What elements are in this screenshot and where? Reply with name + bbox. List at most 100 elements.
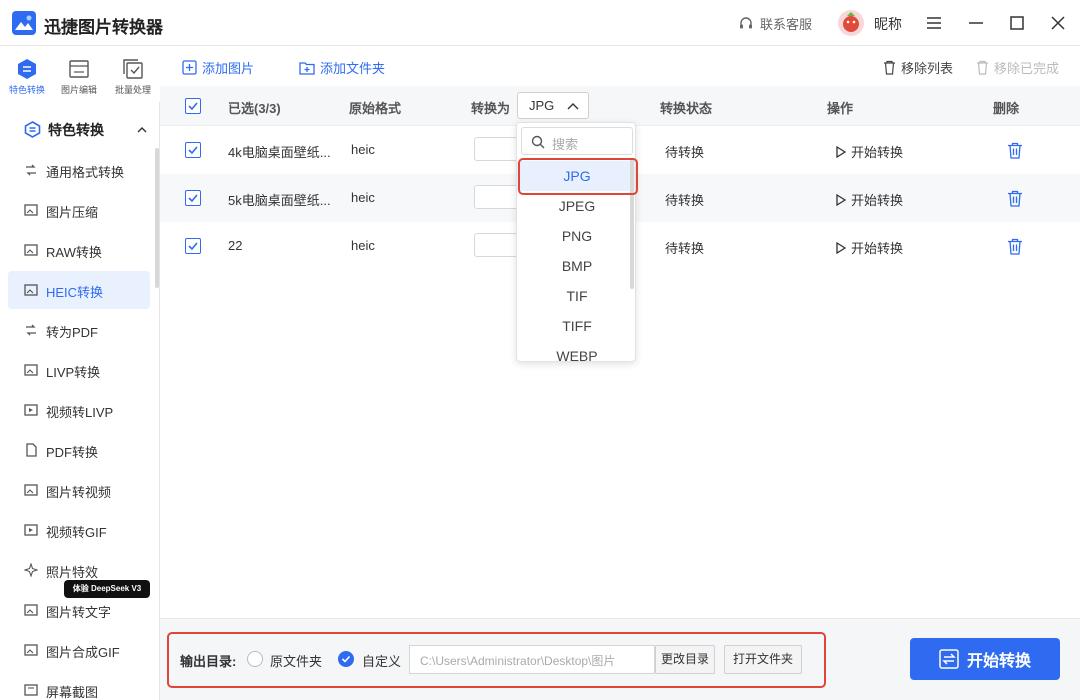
sidebar-item-raw[interactable]: RAW转换 <box>8 231 150 269</box>
convert-format-value: JPG <box>529 98 555 113</box>
row-checkbox[interactable] <box>185 142 201 158</box>
format-option-tiff[interactable]: TIFF <box>517 311 635 341</box>
row-start-button[interactable]: 开始转换 <box>836 142 903 161</box>
row-start-label: 开始转换 <box>851 241 904 256</box>
select-all-checkbox[interactable] <box>185 98 201 114</box>
sidebar-item-general-format[interactable]: 通用格式转换 <box>8 151 150 189</box>
start-convert-button[interactable]: 开始转换 <box>910 638 1060 680</box>
check-icon <box>341 655 351 663</box>
tab-batch-process[interactable]: 批量处理 <box>107 58 159 96</box>
section-convert-icon <box>24 121 41 138</box>
sidebar-item-label: 照片特效 <box>46 565 99 580</box>
tab-feature-convert[interactable]: 特色转换 <box>1 58 53 96</box>
radio-original-folder[interactable] <box>247 651 263 667</box>
header-action: 操作 <box>827 101 854 116</box>
format-search-input[interactable]: 搜索 <box>521 127 633 155</box>
format-option-jpeg[interactable]: JPEG <box>517 191 635 221</box>
video-icon <box>24 404 38 416</box>
original-folder-label: 原文件夹 <box>270 654 323 669</box>
start-convert-label: 开始转换 <box>966 653 1031 670</box>
add-folder-button[interactable]: 添加文件夹 <box>299 58 385 77</box>
sidebar-item-to-pdf[interactable]: 转为PDF <box>8 311 150 349</box>
sidebar-section-header[interactable]: 特色转换 <box>0 116 159 144</box>
avatar-image-icon <box>843 12 859 32</box>
play-icon <box>836 241 846 254</box>
menu-icon[interactable] <box>924 13 944 33</box>
sidebar: 特色转换 通用格式转换 图片压缩 RAW转换 HEIC转换 转为PDF LIVP… <box>0 102 160 700</box>
sidebar-item-compose-gif[interactable]: 图片合成GIF <box>8 631 150 669</box>
minimize-icon[interactable] <box>966 13 986 33</box>
convert-arrow-icon <box>26 324 36 336</box>
sidebar-item-heic[interactable]: HEIC转换 <box>8 271 150 309</box>
remove-completed-button[interactable]: 移除已完成 <box>975 58 1059 77</box>
delete-icon[interactable] <box>1007 238 1023 255</box>
convert-format-select[interactable]: JPG <box>517 92 589 119</box>
convert-icon <box>939 649 959 669</box>
row-status: 待转换 <box>665 193 705 208</box>
file-format: heic <box>351 238 375 253</box>
selection-highlight <box>518 158 638 195</box>
output-path-input[interactable]: C:\Users\Administrator\Desktop\图片 <box>409 645 655 674</box>
check-icon <box>188 194 198 203</box>
open-folder-button[interactable]: 打开文件夹 <box>724 645 802 674</box>
sidebar-item-screenshot[interactable]: 屏幕截图 <box>8 671 150 700</box>
play-icon <box>836 193 846 206</box>
custom-folder-label: 自定义 <box>362 654 402 669</box>
sidebar-item-label: 图片转视频 <box>46 485 112 500</box>
nickname[interactable]: 昵称 <box>874 14 902 34</box>
sidebar-item-compress[interactable]: 图片压缩 <box>8 191 150 229</box>
sidebar-item-video-livp[interactable]: 视频转LIVP <box>8 391 150 429</box>
sidebar-scrollbar[interactable] <box>155 148 159 288</box>
row-start-label: 开始转换 <box>851 193 904 208</box>
check-icon <box>188 146 198 155</box>
maximize-icon[interactable] <box>1007 13 1027 33</box>
row-checkbox[interactable] <box>185 238 201 254</box>
file-format: heic <box>351 190 375 205</box>
add-image-icon <box>182 60 197 75</box>
sidebar-item-label: 图片转文字 <box>46 605 112 620</box>
batch-icon <box>123 59 143 79</box>
check-icon <box>188 242 198 251</box>
header-selected: 已选(3/3) <box>228 101 281 116</box>
change-directory-button[interactable]: 更改目录 <box>655 645 715 674</box>
tab-label: 批量处理 <box>114 85 151 95</box>
support-label: 联系客服 <box>760 17 813 32</box>
sidebar-item-image-to-video[interactable]: 图片转视频 <box>8 471 150 509</box>
sidebar-item-label: 图片压缩 <box>46 205 99 220</box>
format-option-bmp[interactable]: BMP <box>517 251 635 281</box>
remove-list-button[interactable]: 移除列表 <box>882 58 953 77</box>
document-icon <box>26 443 37 457</box>
row-checkbox[interactable] <box>185 190 201 206</box>
tab-label: 图片编辑 <box>60 85 97 95</box>
delete-icon[interactable] <box>1007 142 1023 159</box>
radio-custom-folder[interactable] <box>338 651 354 667</box>
remove-completed-label: 移除已完成 <box>994 61 1060 76</box>
close-icon[interactable] <box>1048 13 1068 33</box>
app-logo-icon <box>12 11 36 35</box>
check-icon <box>188 102 198 111</box>
sidebar-item-label: HEIC转换 <box>46 285 104 300</box>
sidebar-item-label: 图片合成GIF <box>46 645 120 660</box>
add-image-button[interactable]: 添加图片 <box>182 58 254 77</box>
mode-tabs: 特色转换 图片编辑 批量处理 <box>0 46 160 102</box>
support-button[interactable]: 联系客服 <box>738 14 812 33</box>
avatar[interactable] <box>838 10 864 36</box>
sidebar-item-pdf-convert[interactable]: PDF转换 <box>8 431 150 469</box>
app-title: 迅捷图片转换器 <box>44 18 163 37</box>
file-name: 4k电脑桌面壁纸... <box>228 145 331 160</box>
format-option-tif[interactable]: TIF <box>517 281 635 311</box>
sidebar-item-label: 视频转LIVP <box>46 405 114 420</box>
row-start-button[interactable]: 开始转换 <box>836 238 903 257</box>
row-start-button[interactable]: 开始转换 <box>836 190 903 209</box>
image-icon <box>24 644 38 656</box>
sidebar-item-livp[interactable]: LIVP转换 <box>8 351 150 389</box>
format-option-webp[interactable]: WEBP <box>517 341 635 361</box>
format-option-png[interactable]: PNG <box>517 221 635 251</box>
delete-icon[interactable] <box>1007 190 1023 207</box>
deepseek-badge[interactable]: 体验 DeepSeek V3 <box>64 580 150 598</box>
sparkle-icon <box>24 563 38 577</box>
search-placeholder: 搜索 <box>552 137 579 152</box>
sidebar-item-video-gif[interactable]: 视频转GIF <box>8 511 150 549</box>
tab-image-edit[interactable]: 图片编辑 <box>53 58 105 96</box>
header-convert-to: 转换为 <box>471 101 511 116</box>
